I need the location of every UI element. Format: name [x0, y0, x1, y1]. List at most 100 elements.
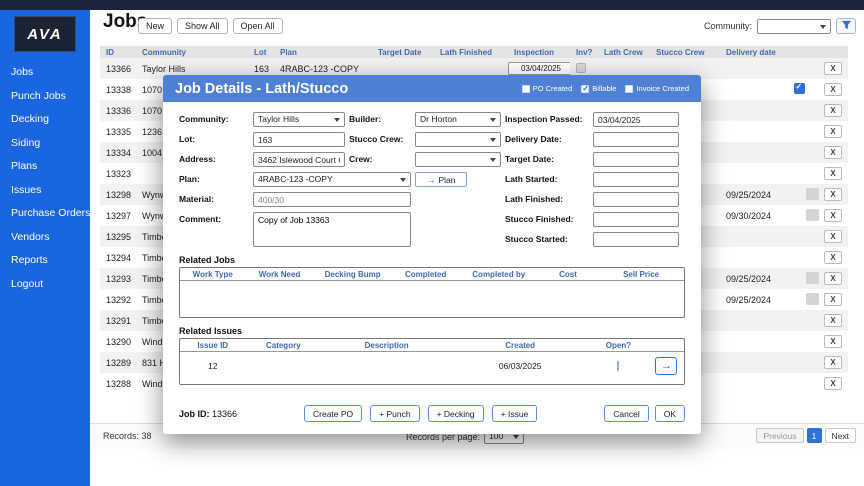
delete-row-button[interactable]: X	[824, 377, 842, 390]
delete-row-button[interactable]: X	[824, 272, 842, 285]
delete-row-button[interactable]: X	[824, 230, 842, 243]
column-header: Lot	[248, 48, 274, 57]
delete-row-button[interactable]: X	[824, 62, 842, 75]
cell-id: 13291	[100, 316, 136, 326]
sidebar-item[interactable]: Siding	[0, 132, 90, 156]
next-page-button[interactable]: Next	[825, 428, 856, 443]
toolbar-button[interactable]: Open All	[233, 18, 283, 34]
delete-row-button[interactable]: X	[824, 209, 842, 222]
column-header: Cost	[538, 270, 598, 279]
cell-id: 13366	[100, 64, 136, 74]
toolbar: New Show All Open All	[138, 18, 283, 34]
inv-checkbox[interactable]	[576, 63, 586, 73]
modal-action-button[interactable]: + Punch	[370, 405, 419, 422]
sidebar-item[interactable]: Vendors	[0, 226, 90, 250]
delete-row-button[interactable]: X	[824, 167, 842, 180]
sidebar-item[interactable]: Decking	[0, 108, 90, 132]
delete-row-button[interactable]: X	[824, 293, 842, 306]
material-label: Material:	[179, 192, 249, 207]
modal-action-button[interactable]: Create PO	[304, 405, 362, 422]
builder-select[interactable]: Dr Horton	[415, 112, 501, 127]
toolbar-button[interactable]: New	[138, 18, 172, 34]
delete-row-button[interactable]: X	[824, 104, 842, 117]
delete-row-button[interactable]: X	[824, 356, 842, 369]
sidebar-item[interactable]: Logout	[0, 273, 90, 297]
lot-label: Lot:	[179, 132, 249, 147]
open-plan-button[interactable]: → Plan	[415, 172, 467, 187]
comment-field[interactable]: Copy of Job 13363	[253, 212, 411, 247]
delete-row-button[interactable]: X	[824, 125, 842, 138]
lath-finished-field[interactable]	[593, 192, 679, 207]
delete-row-button[interactable]: X	[824, 335, 842, 348]
delivery-date-field[interactable]	[593, 132, 679, 147]
material-field[interactable]	[253, 192, 411, 207]
sidebar-item[interactable]: Issues	[0, 179, 90, 203]
lath-started-field[interactable]	[593, 172, 679, 187]
toolbar-button[interactable]: Show All	[177, 18, 228, 34]
open-checkbox[interactable]	[617, 361, 619, 371]
filter-button[interactable]	[836, 18, 856, 34]
filter-icon	[841, 19, 852, 34]
sidebar-item[interactable]: Punch Jobs	[0, 85, 90, 109]
issue-row[interactable]: 12 06/03/2025 →	[180, 354, 684, 378]
row-flag-checkbox[interactable]	[806, 188, 819, 200]
row-flag-checkbox[interactable]	[806, 293, 819, 305]
community-filter-label: Community:	[704, 21, 752, 31]
delete-row-button[interactable]: X	[824, 188, 842, 201]
lot-field[interactable]	[253, 132, 345, 147]
delete-row-button[interactable]: X	[824, 314, 842, 327]
community-label: Community:	[179, 112, 249, 127]
cancel-button[interactable]: Cancel	[604, 405, 648, 422]
checkbox-icon	[625, 85, 633, 93]
row-flag-checkbox[interactable]	[806, 272, 819, 284]
row-flag-checkbox[interactable]	[806, 209, 819, 221]
target-date-field[interactable]	[593, 152, 679, 167]
row-flag-checkbox[interactable]	[794, 83, 805, 94]
stucco-started-field[interactable]	[593, 232, 679, 247]
ok-button[interactable]: OK	[655, 405, 685, 422]
cell-delete: X	[822, 335, 848, 348]
community-filter-select[interactable]	[757, 19, 831, 34]
delete-row-button[interactable]: X	[824, 146, 842, 159]
column-header: Work Need	[246, 270, 314, 279]
builder-label: Builder:	[349, 112, 411, 127]
modal-header-checkbox[interactable]: Invoice Created	[625, 84, 689, 93]
stucco-finished-field[interactable]	[593, 212, 679, 227]
inspection-passed-field[interactable]	[593, 112, 679, 127]
sidebar-item[interactable]: Jobs	[0, 61, 90, 85]
sidebar-item[interactable]: Purchase Orders	[0, 202, 90, 226]
related-jobs-table: Work Type Work Need Decking Bump Complet…	[179, 267, 685, 318]
crew-select[interactable]	[415, 152, 501, 167]
current-page-button[interactable]: 1	[807, 428, 822, 443]
delete-row-button[interactable]: X	[824, 83, 842, 96]
modal-action-button[interactable]: + Decking	[428, 405, 484, 422]
cell-delete: X	[822, 293, 848, 306]
modal-header-checkbox[interactable]: PO Created	[522, 84, 573, 93]
community-select[interactable]: Taylor Hills	[253, 112, 345, 127]
sidebar-item[interactable]: Plans	[0, 155, 90, 179]
plan-select[interactable]: 4RABC-123 -COPY	[253, 172, 411, 187]
modal-confirm-buttons: Cancel OK	[604, 405, 685, 422]
previous-page-button[interactable]: Previous	[756, 428, 803, 443]
cell-flag	[784, 167, 822, 180]
cell-created: 06/03/2025	[452, 361, 588, 371]
cell-open	[588, 361, 648, 371]
modal-footer: Job ID: 13366 Create PO + Punch + Deckin…	[163, 397, 701, 434]
column-header: Description	[321, 341, 452, 350]
arrow-right-icon: →	[661, 360, 672, 372]
job-id: Job ID: 13366	[179, 409, 237, 419]
modal-header-checkbox[interactable]: Billable	[581, 84, 616, 93]
delete-row-button[interactable]: X	[824, 251, 842, 264]
stucco-crew-select[interactable]	[415, 132, 501, 147]
cell-id: 13338	[100, 85, 136, 95]
modal-action-button[interactable]: + Issue	[492, 405, 538, 422]
cell-delete: X	[822, 377, 848, 390]
column-header: Decking Bump	[314, 270, 392, 279]
address-field[interactable]	[253, 152, 345, 167]
related-issues-body: 12 06/03/2025 →	[180, 352, 684, 384]
inspection-date-box[interactable]: 03/04/2025	[508, 62, 570, 75]
cell-flag	[784, 209, 822, 223]
open-issue-button[interactable]: →	[655, 357, 677, 375]
sidebar-item[interactable]: Reports	[0, 249, 90, 273]
job-details-modal: Job Details - Lath/Stucco PO Created Bil…	[163, 75, 701, 434]
